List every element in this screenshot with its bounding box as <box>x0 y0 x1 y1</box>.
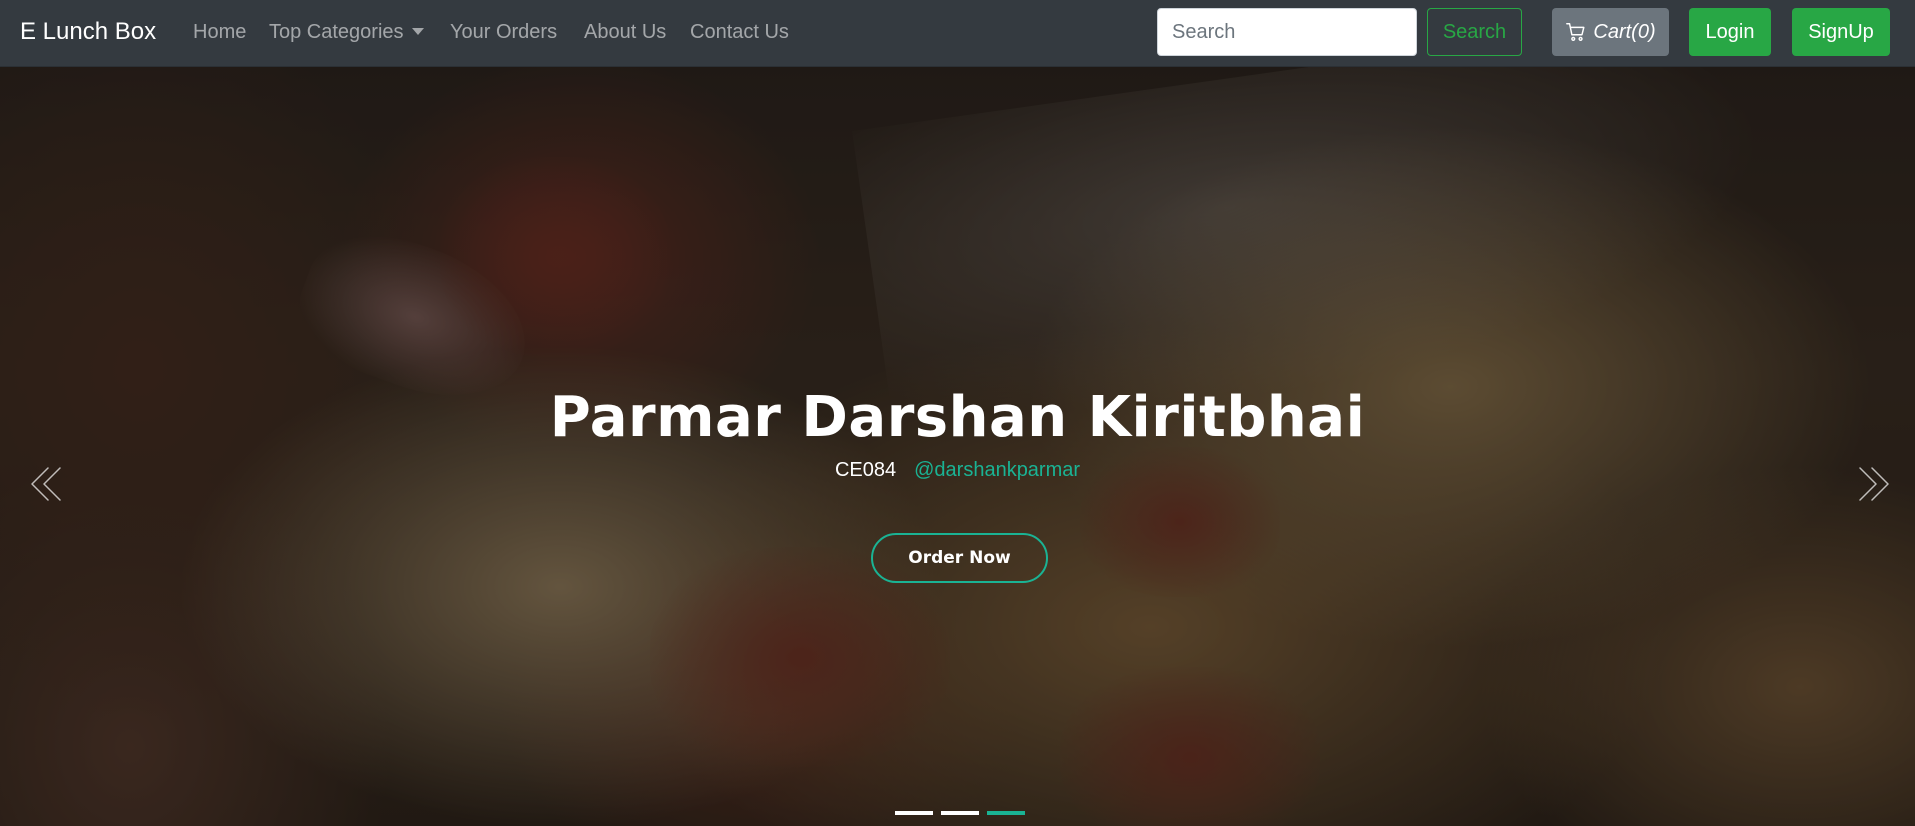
hero-title: Parmar Darshan Kiritbhai <box>549 385 1366 450</box>
brand-logo[interactable]: E Lunch Box <box>20 16 156 48</box>
nav-link-contact-us[interactable]: Contact Us <box>690 18 789 46</box>
hero-code: CE084 <box>834 459 897 481</box>
carousel-indicator[interactable] <box>941 811 979 815</box>
nav-dropdown-label: Top Categories <box>269 21 404 43</box>
nav-dropdown-top-categories[interactable]: Top Categories <box>269 18 424 46</box>
login-button[interactable]: Login <box>1689 8 1771 56</box>
cart-button[interactable]: Cart(0) <box>1552 8 1669 56</box>
nav-link-home[interactable]: Home <box>193 18 246 46</box>
navbar: E Lunch Box Home Top Categories Your Ord… <box>0 0 1915 67</box>
page: E Lunch Box Home Top Categories Your Ord… <box>0 0 1915 826</box>
nav-link-your-orders[interactable]: Your Orders <box>450 18 557 46</box>
cart-label: Cart(0) <box>1593 20 1656 43</box>
search-button[interactable]: Search <box>1427 8 1522 56</box>
order-now-button[interactable]: Order Now <box>871 533 1048 583</box>
hero-handle-link[interactable]: @darshankparmar <box>914 459 1080 481</box>
signup-button[interactable]: SignUp <box>1792 8 1890 56</box>
carousel-indicator-active[interactable] <box>987 811 1025 815</box>
hero-carousel: Parmar Darshan Kiritbhai CE084 @darshankp… <box>0 67 1915 826</box>
search-input[interactable] <box>1157 8 1417 56</box>
caret-down-icon <box>411 27 424 35</box>
carousel-indicator[interactable] <box>895 811 933 815</box>
hero-subtitle: CE084 @darshankparmar <box>0 457 1915 483</box>
cart-icon <box>1566 23 1585 41</box>
nav-link-about-us[interactable]: About Us <box>584 18 666 46</box>
carousel-indicators <box>895 811 1025 815</box>
